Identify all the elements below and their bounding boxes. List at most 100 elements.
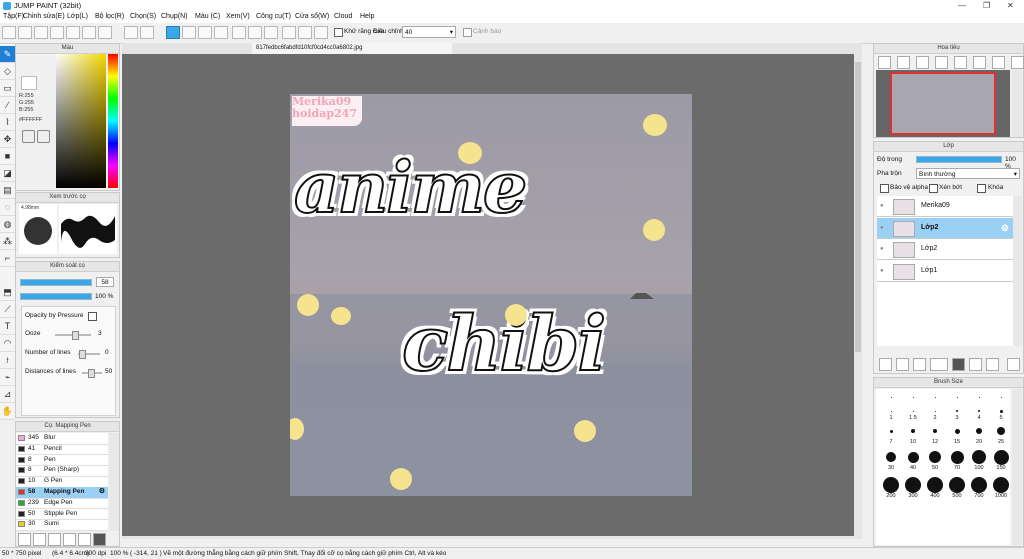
snap-icon[interactable] [282, 26, 296, 39]
eyedropper-tool-icon[interactable]: ⟊ [0, 352, 15, 369]
rotate-right-icon[interactable] [973, 56, 986, 69]
menu-edit[interactable]: Chỉnh sửa(E) [23, 13, 65, 20]
menu-color[interactable]: Màu (C) [195, 13, 220, 20]
comment-icon[interactable] [34, 26, 48, 39]
brush-size-dot[interactable] [913, 397, 914, 398]
undo-icon[interactable] [124, 26, 138, 39]
fit-window-icon[interactable] [916, 56, 929, 69]
delete-brush-icon[interactable] [48, 533, 61, 546]
brush-size-dot[interactable] [905, 477, 921, 493]
warning-checkbox[interactable] [463, 28, 472, 37]
layer-settings-gear-icon[interactable]: ⚙ [1001, 218, 1009, 238]
brush-size-dot[interactable] [929, 451, 941, 463]
pen-tool-icon[interactable]: ✎ [0, 46, 15, 63]
layer-row[interactable]: ● Lớp2 [877, 239, 1013, 260]
rotate-icon[interactable] [248, 26, 262, 39]
copy-brush-icon[interactable] [33, 533, 46, 546]
open-icon[interactable] [18, 26, 32, 39]
brush-size-dot[interactable] [979, 397, 980, 398]
new-folder-icon[interactable] [952, 358, 965, 371]
brush-list-item[interactable]: 345 Blur [16, 433, 108, 445]
grid-icon[interactable] [66, 26, 80, 39]
select-none-icon[interactable] [182, 26, 196, 39]
layer-list-scrollbar[interactable] [1013, 196, 1022, 346]
brush-size-dot[interactable] [999, 409, 1003, 413]
menu-file[interactable]: Tập(F) [3, 13, 24, 20]
brush-list-item[interactable]: 239 Edge Pen [16, 498, 108, 510]
fill-rect-tool-icon[interactable]: ■ [0, 148, 15, 165]
menu-cloud[interactable]: Cloud [334, 13, 352, 20]
close-icon[interactable]: ✕ [1007, 1, 1014, 10]
brush-size-dot[interactable] [993, 449, 1009, 465]
brush-size-dot[interactable] [927, 477, 943, 493]
brush-size-dot[interactable] [971, 477, 987, 493]
watercolor-tool-icon[interactable]: ◍ [0, 216, 15, 233]
adjust-select[interactable]: 40 ▾ [402, 26, 456, 38]
brush-size-dot[interactable] [907, 451, 919, 463]
layer-visibility-icon[interactable]: ● [880, 261, 884, 281]
color-picker-icon[interactable] [22, 130, 35, 143]
snap-2-icon[interactable] [298, 26, 312, 39]
canvas-horizontal-scrollbar[interactable] [122, 536, 854, 539]
brush-size-dot[interactable] [957, 397, 958, 398]
artwork-canvas[interactable]: Merika09 hoidap247 anime chibi [290, 94, 692, 496]
canvas-area[interactable]: Merika09 hoidap247 anime chibi [122, 54, 862, 539]
lasso-tool-icon[interactable]: ⌇ [0, 114, 15, 131]
layer-row[interactable]: ● Lớp2 ⚙ [877, 217, 1013, 239]
export-icon[interactable] [98, 26, 112, 39]
maximize-icon[interactable]: ❐ [983, 1, 990, 10]
actual-size-icon[interactable] [935, 56, 948, 69]
brush-size-dot[interactable] [956, 410, 958, 412]
brush-size-dot[interactable] [891, 397, 892, 398]
blend-mode-select[interactable]: Bình thường ▾ [916, 168, 1020, 179]
navigator-preview[interactable] [876, 70, 1010, 137]
brush-size-dot[interactable] [886, 452, 896, 462]
ruler-icon[interactable] [314, 26, 328, 39]
transform-icon[interactable] [232, 26, 246, 39]
brush-size-scrollbar[interactable] [1012, 389, 1022, 545]
new-brush-icon[interactable] [18, 533, 31, 546]
menu-select[interactable]: Chọn(S) [130, 13, 156, 20]
navigator-scrollbar[interactable] [1012, 70, 1022, 137]
brush-size-dot[interactable] [935, 397, 936, 398]
select-pen-tool-icon[interactable]: ⌐ [0, 250, 15, 267]
menu-window[interactable]: Cửa sổ(W) [295, 13, 329, 20]
zoom-in-icon[interactable] [897, 56, 910, 69]
brush-size-dot[interactable] [911, 429, 915, 433]
brush-size-dot[interactable] [933, 429, 937, 433]
layer-visibility-icon[interactable]: ● [880, 196, 884, 216]
flip-icon[interactable] [264, 26, 278, 39]
brush-list-item[interactable]: 41 Pencil [16, 444, 108, 456]
invert-selection-icon[interactable] [198, 26, 212, 39]
layer-row[interactable]: ● Merika09 [877, 196, 1013, 217]
brush-export-icon[interactable] [78, 533, 91, 546]
brush-size-input[interactable]: 58 [96, 277, 114, 287]
brush-list-item[interactable]: 8 Pen [16, 455, 108, 467]
shape-tool-icon[interactable]: ◠ [0, 335, 15, 352]
brush-size-dot[interactable] [889, 429, 893, 433]
brush-list-item[interactable]: 30 Sumi [16, 519, 108, 531]
move-tool-icon[interactable]: ✥ [0, 131, 15, 148]
delete-layer-icon[interactable] [1007, 358, 1020, 371]
text-tool-icon[interactable]: T [0, 318, 15, 335]
brush-size-dot[interactable] [1001, 397, 1002, 398]
saturation-value-picker[interactable] [56, 54, 106, 188]
brush-size-dot[interactable] [890, 410, 892, 412]
new-layer-8bit-icon[interactable] [896, 358, 909, 371]
menu-filter[interactable]: Bộ lọc(R) [95, 13, 124, 20]
redo-icon[interactable] [140, 26, 154, 39]
lock-checkbox[interactable] [977, 184, 986, 193]
new-icon[interactable] [2, 26, 16, 39]
new-layer-menu-icon[interactable] [930, 358, 948, 371]
copy-layer-icon[interactable] [969, 358, 982, 371]
menu-view[interactable]: Xem(V) [226, 13, 250, 20]
layer-opacity-slider[interactable] [916, 156, 1002, 163]
protect-alpha-checkbox[interactable] [880, 184, 889, 193]
zoom-out-icon[interactable] [878, 56, 891, 69]
brush-list-item[interactable]: 58 Mapping Pen ⚙ [16, 487, 108, 499]
trim-icon[interactable] [214, 26, 228, 39]
gradient-tool-icon[interactable]: ▤ [0, 182, 15, 199]
brush-settings-icon[interactable] [63, 533, 76, 546]
navigator-viewport[interactable] [890, 72, 996, 135]
bucket-tool-icon[interactable]: ◪ [0, 165, 15, 182]
